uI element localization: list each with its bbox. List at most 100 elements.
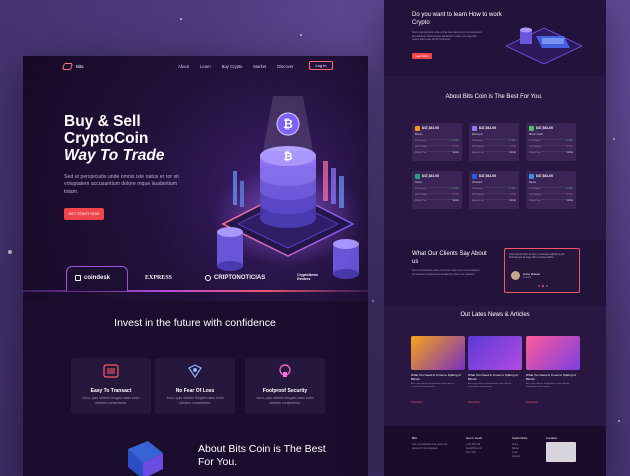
coin-stat-label: Market Cap	[529, 152, 541, 154]
feature-desc: Arcu, quis ultrices feugiat mass enim ul…	[82, 396, 140, 405]
coin-stat-value: $880B	[509, 200, 516, 202]
feature-card-no-fear: No Fear Of Loss Arcu, quis ultrices feug…	[155, 358, 235, 414]
coin-stat-label: 24h Change	[529, 194, 541, 196]
coin-card[interactable]: $47,541.00 Bitcoin Cash 1h Change +0.76% 24h…	[526, 123, 576, 161]
coin-stat-value: $880B	[452, 200, 459, 202]
transact-icon	[103, 364, 119, 378]
coin-price: $47,541.00	[536, 126, 553, 130]
get-start-button[interactable]: GET START NOW	[64, 208, 104, 220]
coindesk-icon	[75, 275, 81, 281]
location-map[interactable]	[546, 442, 576, 462]
top-nav: Bits About Learn Buy Crypto Market Disco…	[23, 56, 368, 78]
svg-text:₿: ₿	[283, 117, 293, 131]
read-more-link[interactable]: Read More	[411, 401, 423, 404]
feature-card-easy-transact: Easy To Transact Arcu, quis ultrices feu…	[71, 358, 151, 414]
coin-stat-value: -3.11%	[452, 194, 459, 196]
landing-page-mockup-right: Do you want to learn How to work Crypto …	[384, 0, 606, 476]
testimonial-name: Anne Russel	[523, 272, 541, 276]
feature-title: Foolproof Security	[262, 388, 308, 394]
svg-text:₿: ₿	[284, 150, 293, 163]
footer-heading: Useful links	[512, 436, 528, 440]
coin-stat-value: -3.11%	[509, 194, 516, 196]
logo-icon	[62, 63, 73, 70]
coin-stat-value: +0.76%	[451, 188, 459, 190]
coin-stat-value: -3.11%	[452, 146, 459, 148]
coin-name: Bitcoin	[415, 133, 423, 136]
carousel-dot[interactable]	[546, 285, 548, 287]
coin-card[interactable]: $47,541.00 Tether 1h Change +0.76% 24h Chang…	[412, 171, 462, 209]
news-image	[526, 336, 580, 370]
coin-price: $47,541.00	[479, 126, 496, 130]
read-more-link[interactable]: Read More	[526, 401, 538, 404]
news-card[interactable]: What You Need to Know to Spiking of Bitc…	[468, 336, 522, 416]
coin-stat-value: +0.76%	[565, 140, 573, 142]
coin-stat-value: $880B	[452, 152, 459, 154]
news-card[interactable]: What You Need to Know to Spiking of Bitc…	[526, 336, 580, 416]
coin-stat-label: 1h Change	[415, 140, 426, 142]
carousel-dot-active[interactable]	[542, 285, 544, 287]
footer-heading: Get in touch	[466, 436, 483, 440]
coin-name: Tether	[415, 181, 422, 184]
carousel-dots	[538, 285, 548, 287]
crypto-mining-illustration	[505, 27, 583, 65]
star	[8, 250, 12, 254]
testimonials-description: Sed ut perspiciatis unde omnis iste natu…	[412, 269, 480, 276]
brand-cryptonews[interactable]: CryptoNews Reuters	[297, 273, 331, 281]
nav-link-buy-crypto[interactable]: Buy Crypto	[222, 64, 243, 69]
nav-link-market[interactable]: Market	[253, 64, 266, 69]
footer-link[interactable]: Contact	[512, 455, 527, 459]
coin-price: $47,541.00	[422, 126, 439, 130]
nav-links: About Learn Buy Crypto Market Discover	[178, 64, 294, 69]
coin-card[interactable]: $47,541.00 Chainlink 1h Change +0.76% 24h Ch…	[469, 171, 519, 209]
brand-label: EXPRESS	[145, 275, 173, 281]
login-button[interactable]: Log in	[309, 61, 333, 70]
footer-item[interactable]: New York	[466, 451, 482, 455]
news-title: Out Lates News & Articles	[460, 312, 530, 318]
coin-stat-value: +0.76%	[451, 140, 459, 142]
read-more-link[interactable]: Read More	[468, 401, 480, 404]
star	[618, 420, 620, 422]
star	[300, 34, 302, 36]
coin-card[interactable]: $47,541.00 Ripple 1h Change +0.76% 24h Chang…	[526, 171, 576, 209]
news-card[interactable]: What You Need to Know to Spiking of Bitc…	[411, 336, 465, 416]
coin-stat-value: $880B	[566, 152, 573, 154]
star	[613, 138, 615, 140]
brand-criptonoticias[interactable]: CRIPTONOTICIAS	[205, 275, 265, 281]
crypto-cube-illustration	[128, 441, 163, 476]
carousel-dot[interactable]	[538, 285, 540, 287]
coin-icon	[415, 126, 420, 131]
news-card-desc: Arcu, quis ultrices feugiat mass enim ul…	[468, 383, 512, 388]
brand-express[interactable]: EXPRESS	[145, 275, 172, 281]
learn-title: Do you want to learn How to work Crypto	[412, 12, 502, 26]
coin-stat-label: 1h Change	[529, 140, 540, 142]
coin-card[interactable]: $47,541.00 Bitcoin 1h Change +0.76% 24h Chan…	[412, 123, 462, 161]
nav-link-about[interactable]: About	[178, 64, 189, 69]
avatar	[511, 271, 520, 280]
footer-desc: Sed ut perspiciatis unde omnis iste natu…	[412, 444, 448, 450]
coin-stat-label: Market Cap	[472, 200, 484, 202]
logo-text: Bits	[76, 64, 84, 69]
brand-coindesk[interactable]: coindesk	[75, 275, 110, 281]
coin-stat-value: -3.11%	[566, 194, 573, 196]
nav-link-discover[interactable]: Discover	[277, 64, 293, 69]
coin-name: Chainlink	[472, 181, 483, 184]
logo[interactable]: Bits	[62, 63, 84, 70]
coin-stat-label: 24h Change	[472, 194, 484, 196]
coin-stat-value: +0.76%	[508, 188, 516, 190]
hero-description: Sed ut perspiciatis unde omnis iste natu…	[64, 174, 179, 195]
testimonials-section: What Our Clients Say About us Sed ut per…	[384, 240, 606, 306]
coin-stat-label: 24h Change	[529, 146, 541, 148]
coin-name: Ethereum	[472, 133, 483, 136]
learn-more-button[interactable]: Learn More	[412, 53, 432, 59]
coin-prices-section: About Bits Coin is The Best For You. $47…	[384, 76, 606, 240]
coin-card[interactable]: $47,541.00 Ethereum 1h Change +0.76% 24h Cha…	[469, 123, 519, 161]
hero-title-line2: CryptoCoin	[64, 130, 149, 147]
brand-label: coindesk	[84, 275, 111, 281]
coin-stat-label: 1h Change	[472, 188, 483, 190]
testimonial-role: Investor	[523, 276, 532, 279]
news-card-title: What You Need to Know to Spiking of Bitc…	[526, 373, 576, 381]
crypto-coin-stack-illustration: ₿ ₿	[213, 96, 363, 279]
nav-link-learn[interactable]: Learn	[200, 64, 211, 69]
news-card-title: What You Need to Know to Spiking of Bitc…	[411, 373, 461, 381]
footer-logo[interactable]: Bits	[412, 436, 452, 440]
